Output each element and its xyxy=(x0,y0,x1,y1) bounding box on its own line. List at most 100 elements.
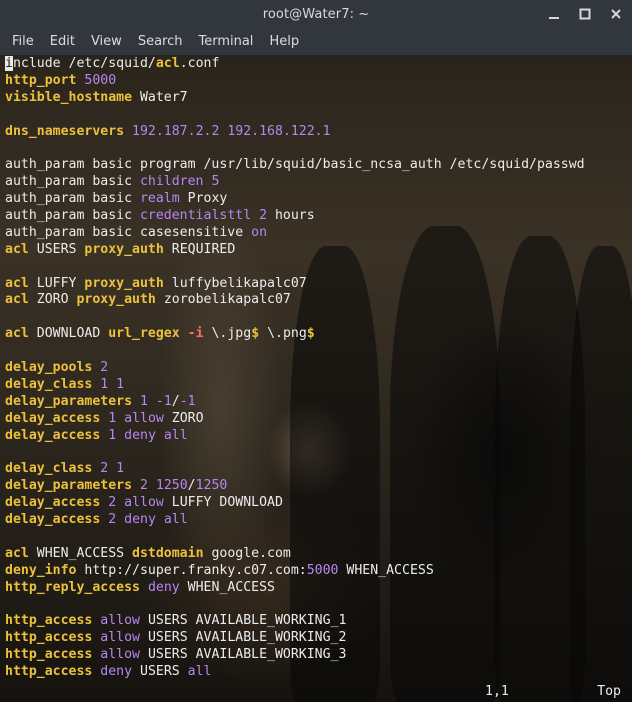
code-line: auth_param basic credentialsttl 2 hours xyxy=(5,208,630,225)
code-token: ZORO xyxy=(163,410,204,426)
code-line: delay_access 1 allow ZORO xyxy=(5,411,630,428)
code-token: dstdomain xyxy=(132,545,204,561)
code-line: acl DOWNLOAD url_regex -i \.jpg$ \.png$ xyxy=(5,326,630,343)
code-token: delay_access xyxy=(5,512,101,528)
code-token: REQUIRED xyxy=(163,241,236,257)
maximize-icon[interactable] xyxy=(577,6,593,22)
code-token: 2 1250 xyxy=(140,478,188,494)
code-line: acl WHEN_ACCESS dstdomain google.com xyxy=(5,546,630,563)
code-token: 2 1 xyxy=(100,461,125,477)
code-token: deny_info xyxy=(5,562,77,578)
code-token: visible_hostname xyxy=(5,89,133,105)
code-token: on xyxy=(251,224,268,240)
code-line: acl LUFFY proxy_auth luffybelikapalc07 xyxy=(5,276,630,293)
menu-terminal[interactable]: Terminal xyxy=(190,28,261,56)
menu-view[interactable]: View xyxy=(83,28,130,56)
code-token: WHEN_ACCESS xyxy=(28,545,133,561)
code-token: auth_param basic xyxy=(5,174,140,190)
code-token: allow xyxy=(124,410,164,426)
code-token: delay_access xyxy=(5,410,101,426)
code-token: USERS AVAILABLE_WORKING_2 xyxy=(140,630,347,646)
code-token: 5000 xyxy=(84,72,117,88)
code-line: dns_nameservers 192.187.2.2 192.168.122.… xyxy=(5,124,630,141)
code-token: http_access xyxy=(5,647,93,663)
code-token: http_reply_access xyxy=(5,579,140,595)
code-token: LUFFY DOWNLOAD xyxy=(163,495,283,511)
code-token: delay_class xyxy=(5,461,93,477)
code-line: http_access allow USERS AVAILABLE_WORKIN… xyxy=(5,613,630,630)
code-token: 1 xyxy=(108,427,117,443)
code-token: delay_pools xyxy=(5,360,93,376)
code-token: children xyxy=(139,174,204,190)
code-token: google.com xyxy=(203,545,291,561)
window-title: root@Water7: ~ xyxy=(262,6,370,22)
code-token: USERS AVAILABLE_WORKING_1 xyxy=(140,613,347,629)
code-token: LUFFY xyxy=(28,275,85,291)
code-token: USERS xyxy=(132,664,188,680)
code-token: proxy_auth xyxy=(76,292,156,308)
menu-help[interactable]: Help xyxy=(261,28,307,56)
code-line: visible_hostname Water7 xyxy=(5,90,630,107)
code-token: all xyxy=(187,664,212,680)
code-token: DOWNLOAD xyxy=(28,326,109,342)
code-token: allow xyxy=(100,613,140,629)
terminal-area[interactable]: include /etc/squid/acl.conf http_port 500… xyxy=(0,56,632,702)
status-line: 1,1 Top xyxy=(0,684,632,702)
code-token: auth_param basic casesensitive xyxy=(5,224,252,240)
code-line: http_access allow USERS AVAILABLE_WORKIN… xyxy=(5,630,630,647)
code-token: http_access xyxy=(5,630,93,646)
cursor-position: 1,1 xyxy=(485,684,509,699)
code-line: auth_param basic program /usr/lib/squid/… xyxy=(5,157,630,174)
code-token: http_port xyxy=(5,72,77,88)
code-token: USERS xyxy=(28,241,85,257)
code-token: acl xyxy=(5,292,29,308)
code-token: allow xyxy=(100,647,140,663)
menu-file[interactable]: File xyxy=(4,28,42,56)
code-line: delay_class 1 1 xyxy=(5,377,630,394)
code-token: http_access xyxy=(5,613,93,629)
code-token: acl xyxy=(5,326,29,342)
close-icon[interactable] xyxy=(608,6,624,22)
code-token: deny all xyxy=(124,427,188,443)
title-bar[interactable]: root@Water7: ~ xyxy=(0,0,632,28)
code-token: ZORO xyxy=(28,292,77,308)
code-token: 2 xyxy=(108,495,117,511)
code-token: 2 xyxy=(259,208,268,224)
code-token: deny xyxy=(100,664,133,680)
code-token: proxy_auth xyxy=(84,241,164,257)
code-token: realm xyxy=(139,191,180,207)
code-token: http_access xyxy=(5,664,93,680)
code-token: acl xyxy=(155,56,180,71)
code-token: WHEN_ACCESS xyxy=(179,579,275,595)
code-token: delay_class xyxy=(5,376,93,392)
code-token: $ xyxy=(306,326,315,342)
code-line: auth_param basic casesensitive on xyxy=(5,225,630,242)
menu-edit[interactable]: Edit xyxy=(42,28,83,56)
window-controls xyxy=(546,0,624,28)
code-view: include /etc/squid/acl.conf http_port 500… xyxy=(5,56,630,681)
code-line: delay_access 2 deny all xyxy=(5,512,630,529)
code-token: deny xyxy=(147,579,180,595)
code-token: hours xyxy=(267,208,315,224)
code-token: url_regex xyxy=(108,326,180,342)
code-token: 2 xyxy=(108,512,117,528)
code-line: delay_parameters 2 1250/1250 xyxy=(5,478,630,495)
code-token: / xyxy=(171,393,180,409)
code-token: delay_parameters xyxy=(5,393,133,409)
code-line: http_port 5000 xyxy=(5,73,630,90)
code-token: deny all xyxy=(124,512,188,528)
code-token: .conf xyxy=(179,56,220,71)
code-token: auth_param basic xyxy=(5,191,140,207)
minimize-icon[interactable] xyxy=(546,6,562,22)
code-line: delay_class 2 1 xyxy=(5,461,630,478)
menu-search[interactable]: Search xyxy=(130,28,191,56)
code-token: 5 xyxy=(211,174,220,190)
